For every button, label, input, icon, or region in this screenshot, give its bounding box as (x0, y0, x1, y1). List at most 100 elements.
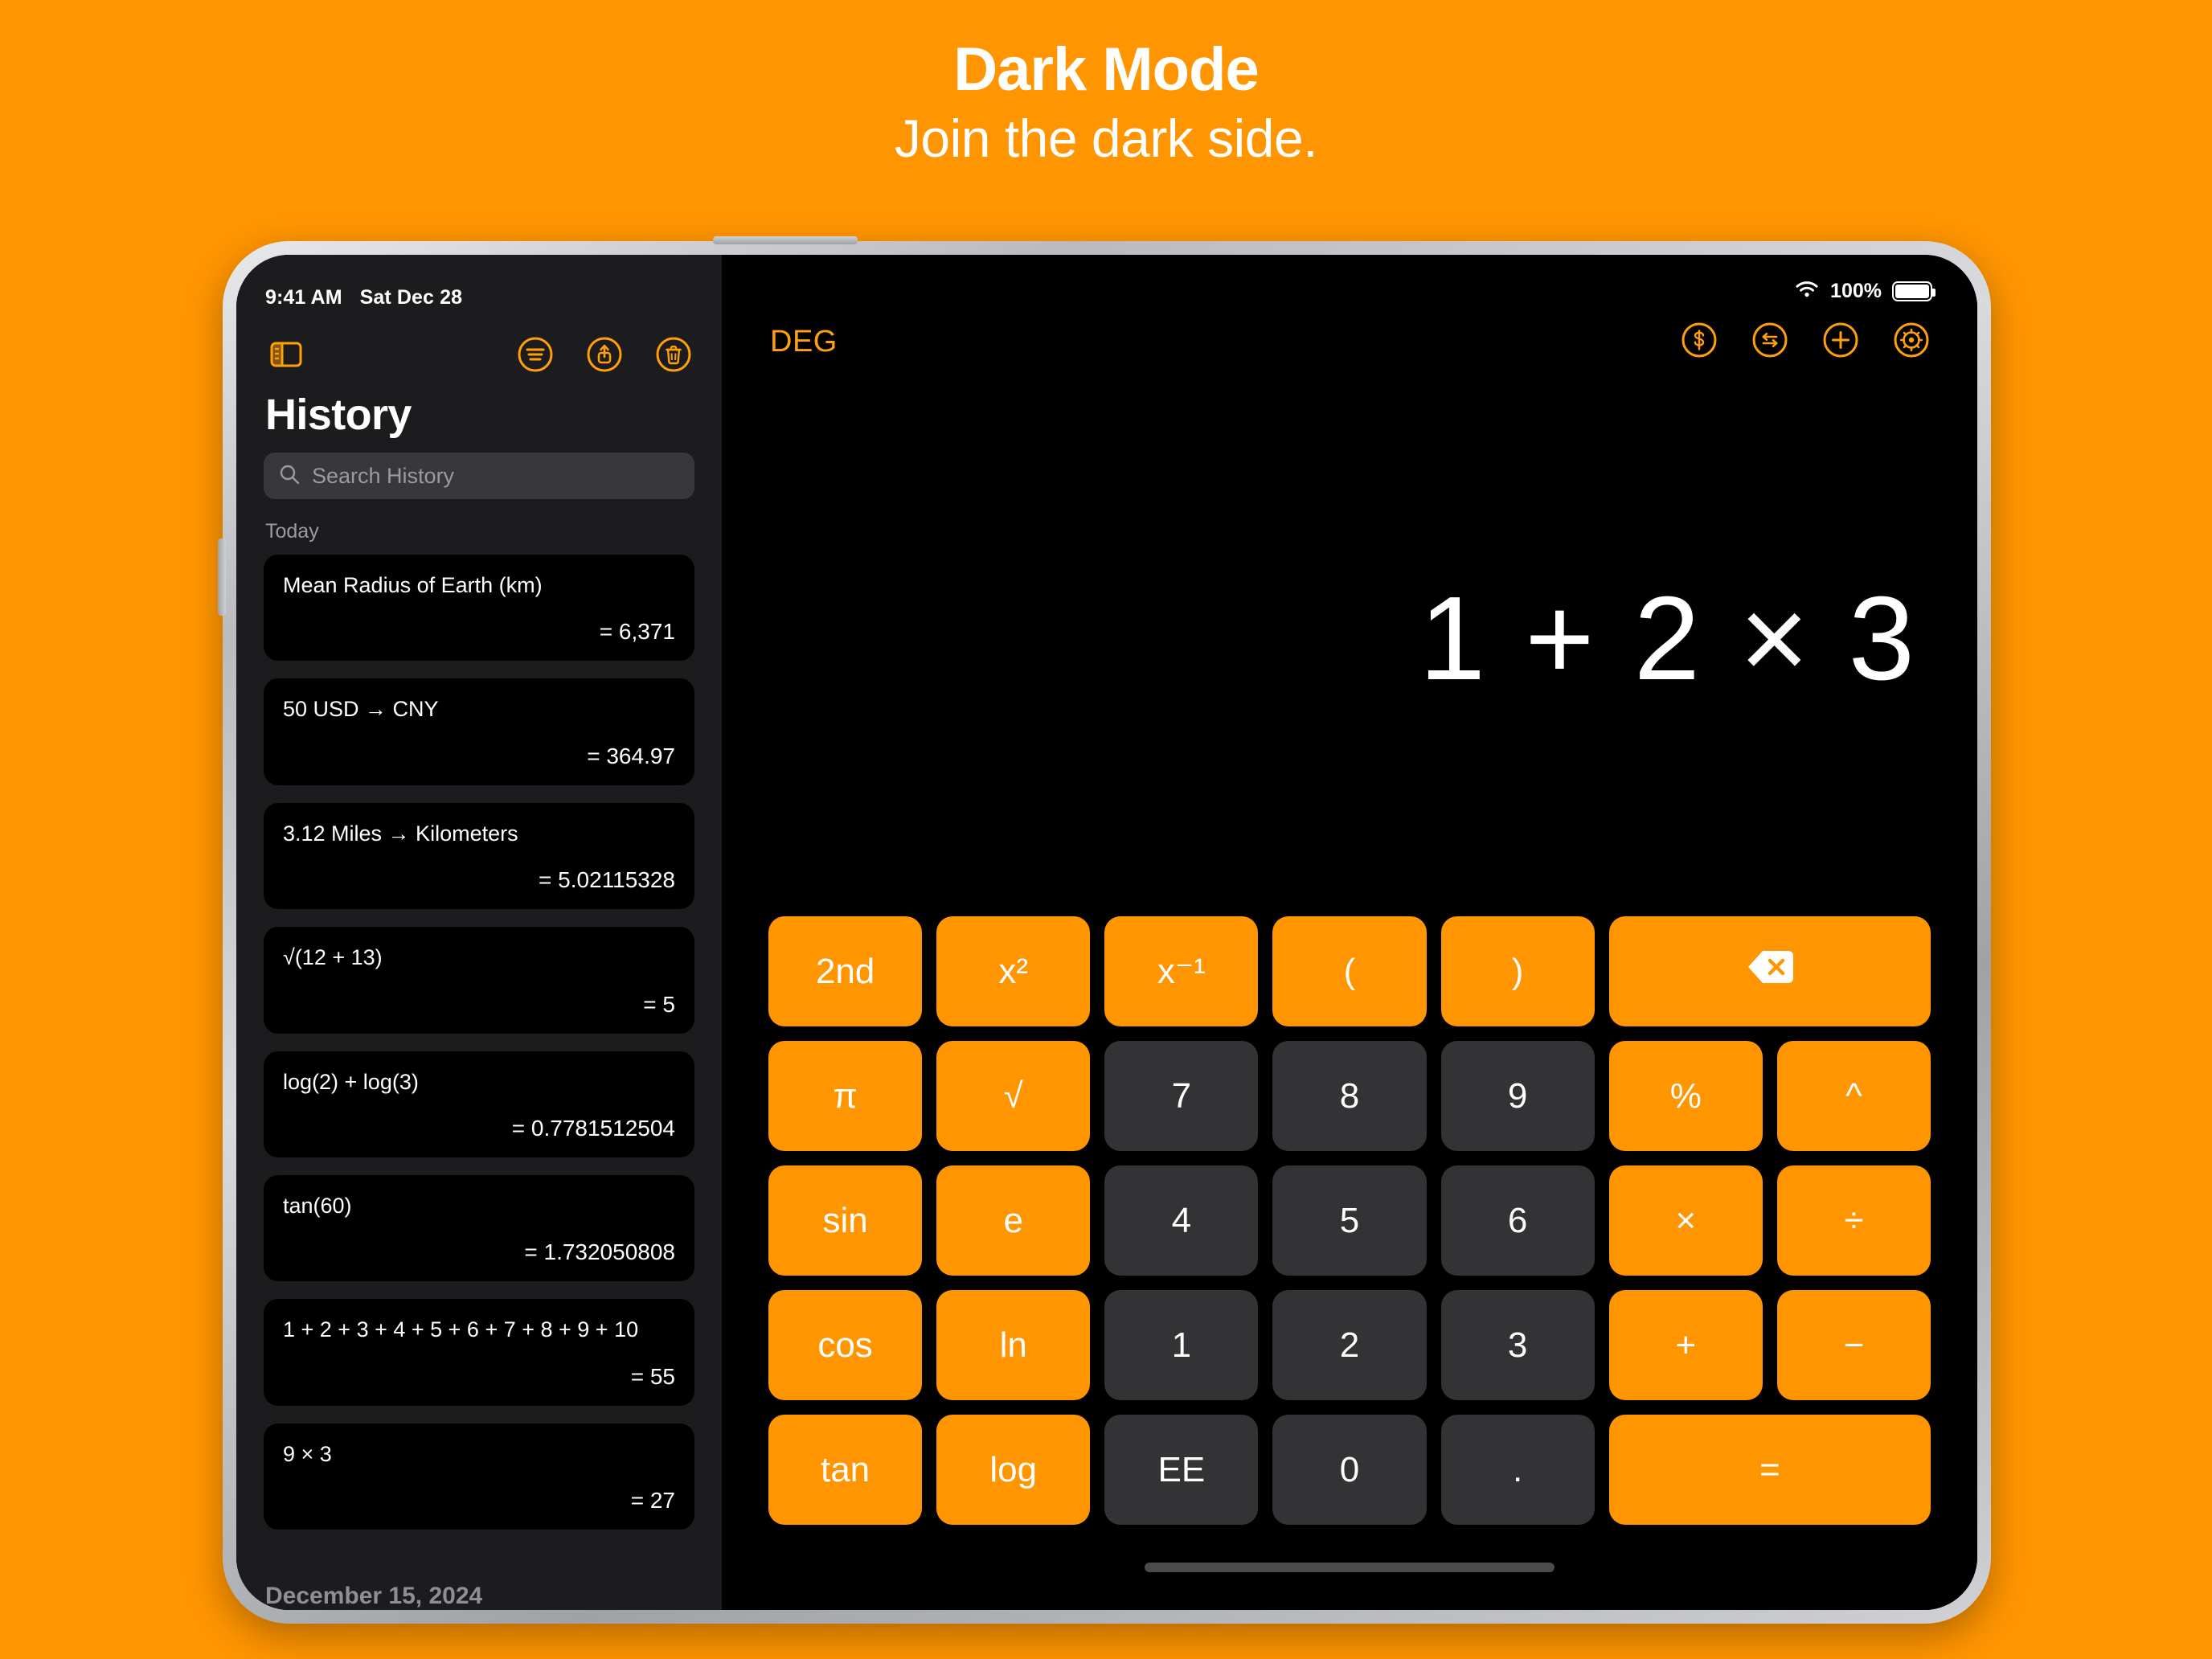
calculator-keypad: 2nd x² x⁻¹ () π √ 7 8 9% ^ sin e 4 5 6 × ÷ cos ln 1 2 3 + − tan l… (722, 916, 1977, 1525)
history-result: = 55 (630, 1363, 675, 1389)
history-item[interactable]: 9 × 3 = 27 (264, 1423, 694, 1530)
sidebar-toggle-button[interactable] (265, 335, 307, 377)
history-result: = 5.02115328 (539, 867, 675, 893)
key-percent[interactable]: % (1608, 1041, 1763, 1151)
key-9[interactable]: 9 (1440, 1041, 1595, 1151)
power-button[interactable] (713, 236, 858, 244)
key-2[interactable]: 2 (1272, 1290, 1427, 1400)
key-6[interactable]: 6 (1440, 1165, 1595, 1276)
history-result: = 364.97 (587, 743, 675, 768)
key-decimal[interactable]: . (1440, 1415, 1595, 1525)
key-label: EE (1157, 1449, 1206, 1489)
calculator-panel: 100% DEG 1 + 2 × 3 2nd x² x⁻¹ () π √ 7 … (722, 255, 1977, 1610)
status-time: 9:41 AM (265, 285, 342, 309)
key-x-inverse[interactable]: x⁻¹ (1104, 916, 1259, 1026)
key-label: 2 (1339, 1325, 1360, 1365)
key-label: √ (1003, 1075, 1023, 1116)
history-item[interactable]: log(2) + log(3) = 0.7781512504 (264, 1051, 694, 1157)
key-equals[interactable]: = (1608, 1415, 1931, 1525)
history-list[interactable]: Mean Radius of Earth (km) = 6,371 50 USD →… (236, 543, 722, 1578)
key-backspace[interactable] (1608, 916, 1931, 1026)
history-item[interactable]: Mean Radius of Earth (km) = 6,371 (264, 555, 694, 662)
key-label: ln (999, 1325, 1027, 1365)
key-plus[interactable]: + (1608, 1290, 1763, 1400)
key-0[interactable]: 0 (1272, 1415, 1427, 1525)
angle-mode-button[interactable]: DEG (770, 325, 838, 359)
key-e[interactable]: e (936, 1165, 1091, 1276)
home-indicator[interactable] (1145, 1563, 1555, 1572)
promo-header: Dark Mode Join the dark side. (0, 0, 2212, 170)
key-5[interactable]: 5 (1272, 1165, 1427, 1276)
history-expression: 9 × 3 (283, 1441, 332, 1466)
add-button[interactable] (1820, 321, 1862, 363)
key-label: 6 (1507, 1200, 1528, 1240)
tablet-device: 9:41 AM Sat Dec 28 History Search Histor… (218, 236, 1991, 1624)
key-open-paren[interactable]: ( (1272, 916, 1427, 1026)
app-screen: 9:41 AM Sat Dec 28 History Search Histor… (236, 255, 1977, 1610)
currency-button[interactable] (1678, 321, 1720, 363)
key-sin[interactable]: sin (768, 1165, 923, 1276)
key-label: ) (1511, 951, 1524, 991)
device-bezel: 9:41 AM Sat Dec 28 History Search Histor… (236, 255, 1977, 1610)
key-pi[interactable]: π (768, 1041, 923, 1151)
share-button[interactable] (584, 335, 625, 377)
history-item[interactable]: 3.12 Miles → Kilometers = 5.02115328 (264, 802, 694, 910)
key-multiply[interactable]: × (1608, 1165, 1763, 1276)
history-expression: 1 + 2 + 3 + 4 + 5 + 6 + 7 + 8 + 9 + 10 (283, 1317, 639, 1342)
key-label: 5 (1339, 1200, 1360, 1240)
key-label: ( (1343, 951, 1356, 991)
filter-button[interactable] (514, 335, 556, 377)
history-item[interactable]: 1 + 2 + 3 + 4 + 5 + 6 + 7 + 8 + 9 + 10 = … (264, 1299, 694, 1406)
key-label: sin (822, 1200, 868, 1240)
history-item[interactable]: √(12 + 13) = 5 (264, 927, 694, 1034)
trash-icon (655, 336, 692, 377)
history-expression: √(12 + 13) (283, 945, 383, 970)
key-label: tan (820, 1449, 870, 1489)
key-label: ÷ (1844, 1200, 1864, 1240)
unit-convert-button[interactable] (1749, 321, 1791, 363)
search-input[interactable]: Search History (264, 453, 694, 499)
key-label: e (1003, 1200, 1023, 1240)
history-item[interactable]: tan(60) = 1.732050808 (264, 1174, 694, 1282)
key-4[interactable]: 4 (1104, 1165, 1259, 1276)
delete-history-button[interactable] (653, 335, 694, 377)
calculator-display: 1 + 2 × 3 (722, 361, 1977, 916)
promo-subtitle: Join the dark side. (894, 109, 1318, 169)
key-minus[interactable]: − (1776, 1290, 1931, 1400)
history-result: = 27 (630, 1488, 675, 1514)
key-close-paren[interactable]: ) (1440, 916, 1595, 1026)
calculator-toolbar: DEG (722, 255, 1977, 361)
key-ln[interactable]: ln (936, 1290, 1091, 1400)
battery-icon (1892, 281, 1936, 301)
key-label: 2nd (815, 951, 875, 991)
gear-circle-icon (1893, 322, 1930, 363)
search-icon (278, 463, 301, 490)
settings-button[interactable] (1890, 321, 1932, 363)
key-label: 3 (1507, 1325, 1528, 1365)
sidebar-toggle-icon (270, 341, 302, 372)
key-3[interactable]: 3 (1440, 1290, 1595, 1400)
history-expression: Mean Radius of Earth (km) (283, 573, 543, 597)
key-cos[interactable]: cos (768, 1290, 923, 1400)
sidebar-toolbar-actions (514, 335, 694, 377)
key-label: 8 (1339, 1075, 1360, 1116)
key-power[interactable]: ^ (1776, 1041, 1931, 1151)
history-item[interactable]: 50 USD → CNY = 364.97 (264, 678, 694, 785)
volume-button[interactable] (218, 539, 226, 616)
key-ee[interactable]: EE (1104, 1415, 1259, 1525)
key-square-root[interactable]: √ (936, 1041, 1091, 1151)
key-divide[interactable]: ÷ (1776, 1165, 1931, 1276)
key-7[interactable]: 7 (1104, 1041, 1259, 1151)
key-8[interactable]: 8 (1272, 1041, 1427, 1151)
key-label: 0 (1339, 1449, 1360, 1489)
key-label: x² (998, 951, 1029, 991)
key-1[interactable]: 1 (1104, 1290, 1259, 1400)
key-2nd[interactable]: 2nd (768, 916, 923, 1026)
key-label: . (1513, 1449, 1523, 1489)
key-tan[interactable]: tan (768, 1415, 923, 1525)
key-log[interactable]: log (936, 1415, 1091, 1525)
key-x-squared[interactable]: x² (936, 916, 1091, 1026)
history-result: = 6,371 (599, 619, 675, 645)
key-label: log (989, 1449, 1038, 1489)
history-expression: 3.12 Miles → Kilometers (283, 821, 518, 846)
